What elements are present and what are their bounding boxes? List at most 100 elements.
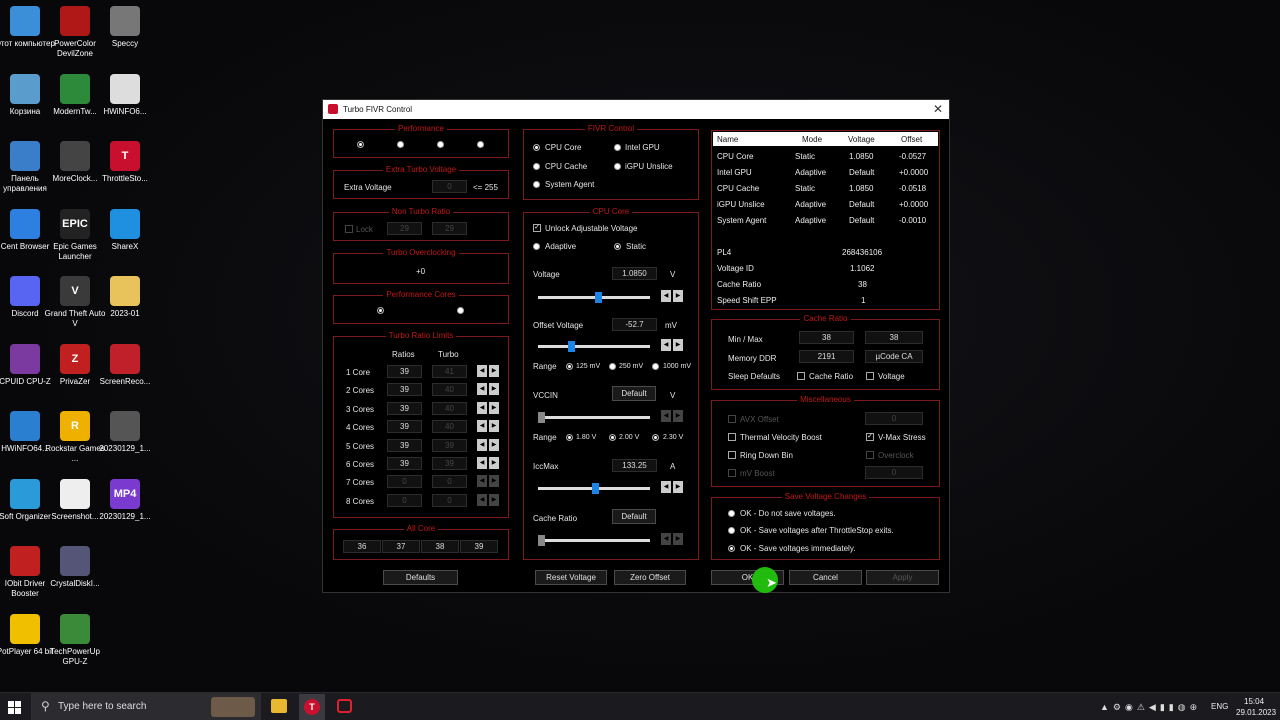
iccmax-arrows[interactable]: ◀ ▶ — [661, 481, 683, 493]
all-core-field-2[interactable]: 37 — [382, 540, 420, 553]
desktop-icon[interactable]: ShareX — [92, 208, 158, 252]
cache-arrows[interactable]: ◀ ▶ — [661, 533, 683, 545]
turbo-field[interactable]: 40 — [432, 420, 467, 434]
file-explorer-icon[interactable] — [271, 699, 287, 713]
close-icon[interactable]: ✕ — [933, 100, 943, 119]
avx-offset-field[interactable]: 0 — [865, 412, 923, 425]
static-radio[interactable] — [614, 243, 621, 250]
reset-voltage-button[interactable]: Reset Voltage — [535, 570, 607, 585]
sleep-cache-ratio-checkbox[interactable] — [797, 372, 805, 380]
extra-voltage-field[interactable]: 0 — [432, 180, 467, 193]
voltage-field[interactable]: 1.0850 — [612, 267, 657, 280]
range-1000-radio[interactable] — [652, 363, 659, 370]
ratio-arrows[interactable]: ◀ ▶ — [477, 493, 499, 506]
vccin-200-radio[interactable] — [609, 434, 616, 441]
ratio-field[interactable]: 39 — [387, 401, 422, 415]
iccmax-slider-thumb[interactable] — [592, 483, 599, 494]
adaptive-radio[interactable] — [533, 243, 540, 250]
vmax-stress-checkbox[interactable]: ✓ — [866, 433, 874, 441]
ratio-field[interactable]: 0 — [387, 493, 422, 507]
desktop-icon[interactable]: Speccy — [92, 6, 158, 49]
cache-max-field[interactable]: 38 — [865, 331, 923, 344]
desktop-icon[interactable]: 2023-01 — [92, 276, 158, 319]
fivr-radio-cpu-core[interactable] — [533, 144, 540, 151]
vccin-230-radio[interactable] — [652, 434, 659, 441]
voltage-arrows[interactable]: ◀ ▶ — [661, 290, 683, 302]
vccin-default-button[interactable]: Default — [612, 386, 656, 401]
memory-ddr-field[interactable]: 2191 — [799, 350, 854, 363]
tray-icons[interactable]: ▲⚙◉⚠◀▮▮◍⊕ — [1100, 702, 1201, 713]
windows-start-icon[interactable] — [8, 701, 21, 714]
all-core-field-3[interactable]: 38 — [421, 540, 459, 553]
performance-radio-4[interactable] — [477, 141, 484, 148]
unlock-voltage-checkbox[interactable]: ✓ — [533, 224, 541, 232]
turbo-field[interactable]: 39 — [432, 457, 467, 470]
cache-min-field[interactable]: 38 — [799, 331, 854, 344]
ratio-arrows[interactable]: ◀ ▶ — [477, 365, 499, 377]
title-bar[interactable]: Turbo FIVR Control ✕ — [323, 100, 949, 119]
save-option-2-radio[interactable] — [728, 527, 735, 534]
vccin-slider-track[interactable] — [538, 416, 650, 419]
desktop-icon[interactable]: HWiNFO6... — [92, 73, 158, 117]
ratio-field[interactable]: 39 — [387, 457, 422, 470]
vccin-arrows[interactable]: ◀ ▶ — [661, 410, 683, 422]
throttlestop-taskbar-button[interactable]: T — [299, 694, 325, 720]
turbo-field[interactable]: 40 — [432, 383, 467, 397]
offset-arrows[interactable]: ◀ ▶ — [661, 339, 683, 351]
ratio-arrows[interactable]: ◀ ▶ — [477, 457, 499, 469]
save-option-3-radio[interactable] — [728, 545, 735, 552]
language-indicator[interactable]: ENG — [1211, 702, 1228, 711]
ratio-arrows[interactable]: ◀ ▶ — [477, 438, 499, 451]
table-row[interactable]: CPU Cache Static 1.0850 -0.0518 — [712, 184, 939, 196]
pcore-radio-1[interactable] — [377, 307, 384, 314]
search-box[interactable]: ⚲ Type here to search — [31, 693, 261, 720]
cache-ratio-default-button[interactable]: Default — [612, 509, 656, 524]
range-250-radio[interactable] — [609, 363, 616, 370]
range-125-radio[interactable] — [566, 363, 573, 370]
turbo-field[interactable]: 0 — [432, 475, 467, 489]
defaults-button[interactable]: Defaults — [383, 570, 458, 585]
ratio-field[interactable]: 39 — [387, 438, 422, 452]
desktop-icon[interactable]: T ThrottleSto... — [92, 141, 158, 184]
fivr-radio-intel-gpu[interactable] — [614, 144, 621, 151]
non-turbo-field-2[interactable]: 29 — [432, 222, 467, 235]
ratio-field[interactable]: 39 — [387, 365, 422, 378]
screen-recorder-taskbar-icon[interactable] — [337, 699, 352, 713]
apply-button[interactable]: Apply — [866, 570, 939, 585]
ring-down-bin-checkbox[interactable] — [728, 451, 736, 459]
cache-slider-track[interactable] — [538, 539, 650, 542]
turbo-field[interactable]: 39 — [432, 438, 467, 452]
ratio-field[interactable]: 0 — [387, 475, 422, 489]
vccin-slider-thumb[interactable] — [538, 412, 545, 423]
performance-radio-3[interactable] — [437, 141, 444, 148]
cache-slider-thumb[interactable] — [538, 535, 545, 546]
turbo-field[interactable]: 0 — [432, 493, 467, 507]
save-option-1-radio[interactable] — [728, 510, 735, 517]
clock-date[interactable]: 29.01.2023 — [1236, 708, 1276, 717]
table-row[interactable]: iGPU Unslice Adaptive Default +0.0000 — [712, 200, 939, 212]
all-core-field-1[interactable]: 36 — [343, 540, 381, 553]
iccmax-field[interactable]: 133.25 — [612, 459, 657, 472]
table-row[interactable]: Intel GPU Adaptive Default +0.0000 — [712, 168, 939, 180]
desktop-icon[interactable]: ScreenReco... — [92, 343, 158, 387]
desktop-icon[interactable]: TechPowerUp GPU-Z — [42, 613, 108, 667]
ratio-arrows[interactable]: ◀ ▶ — [477, 420, 499, 433]
mv-boost-field[interactable]: 0 — [865, 466, 923, 479]
performance-radio-2[interactable] — [397, 141, 404, 148]
table-row[interactable]: CPU Core Static 1.0850 -0.0527 — [712, 152, 939, 164]
mv-boost-checkbox[interactable] — [728, 469, 736, 477]
ratio-field[interactable]: 39 — [387, 383, 422, 397]
performance-radio-1[interactable] — [357, 141, 364, 148]
fivr-radio-igpu-unslice[interactable] — [614, 163, 621, 170]
desktop-icon[interactable]: 20230129_1... — [92, 411, 158, 454]
table-row[interactable]: System Agent Adaptive Default -0.0010 — [712, 216, 939, 228]
sleep-voltage-checkbox[interactable] — [866, 372, 874, 380]
clock-time[interactable]: 15:04 — [1244, 697, 1264, 706]
voltage-slider-track[interactable] — [538, 296, 650, 299]
vccin-180-radio[interactable] — [566, 434, 573, 441]
voltage-slider-thumb[interactable] — [595, 292, 602, 303]
all-core-field-4[interactable]: 39 — [460, 540, 498, 553]
non-turbo-field-1[interactable]: 29 — [387, 222, 422, 235]
fivr-radio-system-agent[interactable] — [533, 181, 540, 188]
avx-offset-checkbox[interactable] — [728, 415, 736, 423]
